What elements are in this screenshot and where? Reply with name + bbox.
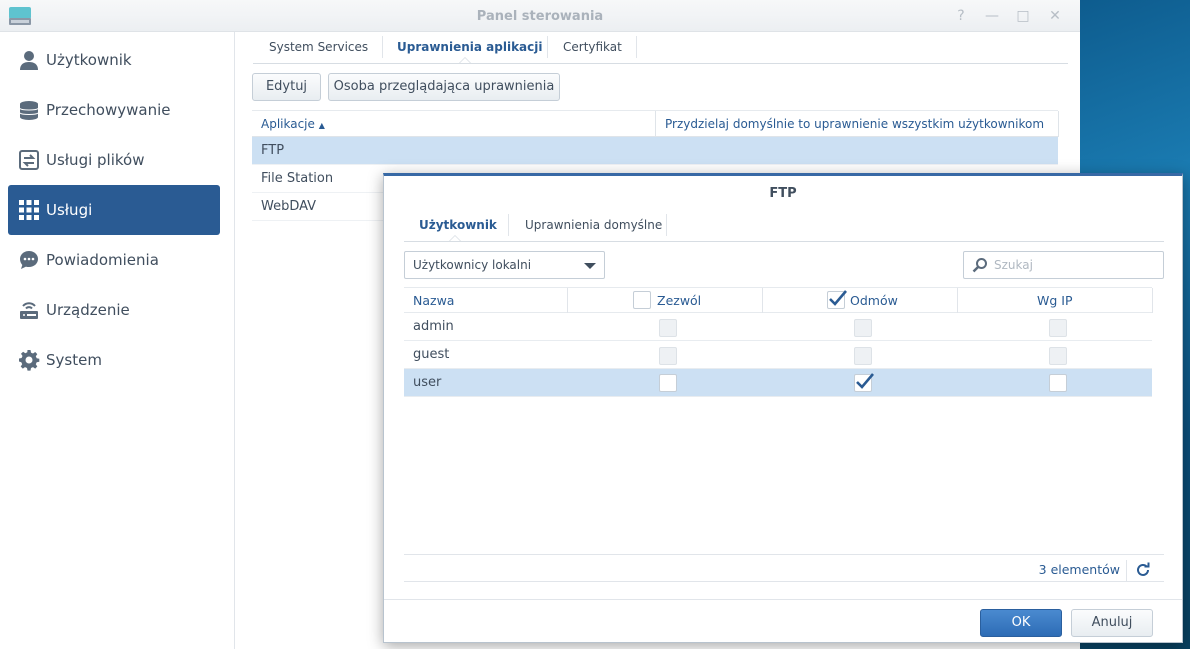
- main-tabs: System Services Uprawnienia aplikacji Ce…: [253, 32, 1068, 64]
- sidebar-item-user[interactable]: Użytkownik: [8, 35, 220, 85]
- column-header-label: Aplikacje: [261, 117, 315, 131]
- checkmark-icon: [829, 290, 847, 306]
- sidebar-item-label: Urządzenie: [46, 301, 130, 319]
- file-services-icon: [18, 149, 40, 171]
- sort-ascending-icon: ▲: [318, 121, 325, 130]
- table-row[interactable]: guest: [404, 341, 1152, 369]
- title-bar: Panel sterowania ? — □ ✕: [0, 0, 1080, 32]
- divider: [1126, 560, 1127, 582]
- sidebar-item-label: Przechowywanie: [46, 101, 171, 119]
- by-ip-checkbox: [1049, 319, 1067, 337]
- divider: [404, 554, 1164, 555]
- column-divider: [762, 288, 763, 313]
- sidebar-item-system[interactable]: System: [8, 335, 220, 385]
- tab-certificate[interactable]: Certyfikat: [548, 32, 637, 64]
- tab-system-services[interactable]: System Services: [254, 32, 383, 64]
- column-divider: [655, 111, 656, 137]
- maximize-icon[interactable]: □: [1014, 7, 1032, 25]
- table-row[interactable]: admin: [404, 313, 1152, 341]
- permission-viewer-button[interactable]: Osoba przeglądająca uprawnienia: [328, 73, 560, 101]
- ok-button[interactable]: OK: [980, 609, 1062, 637]
- search-placeholder: Szukaj: [994, 258, 1033, 272]
- allow-checkbox: [659, 319, 677, 337]
- active-tab-indicator: [449, 235, 461, 241]
- deny-checkbox: [854, 319, 872, 337]
- column-divider: [1058, 111, 1059, 137]
- active-tab-indicator: [459, 57, 471, 63]
- sidebar-item-file-services[interactable]: Usługi plików: [8, 135, 220, 185]
- window-title: Panel sterowania: [476, 9, 604, 24]
- deny-checkbox: [854, 347, 872, 365]
- sidebar-item-notifications[interactable]: Powiadomienia: [8, 235, 220, 285]
- sidebar-item-services[interactable]: Usługi: [8, 185, 220, 235]
- minimize-icon[interactable]: —: [983, 7, 1001, 25]
- gear-icon: [18, 349, 40, 371]
- checkmark-icon: [856, 373, 874, 389]
- column-header-deny: Odmów: [850, 293, 898, 308]
- tab-default-permissions[interactable]: Uprawnienia domyślne: [510, 210, 677, 242]
- edit-button[interactable]: Edytuj: [252, 73, 321, 101]
- user-name: guest: [413, 347, 450, 362]
- user-name: admin: [413, 319, 454, 334]
- by-ip-checkbox: [1049, 347, 1067, 365]
- tab-divider: [636, 36, 637, 58]
- permissions-grid-header: Nazwa Zezwól Odmów Wg IP: [404, 287, 1153, 313]
- sidebar-item-label: Usługi plików: [46, 151, 145, 169]
- sidebar-item-storage[interactable]: Przechowywanie: [8, 85, 220, 135]
- allow-checkbox: [659, 347, 677, 365]
- column-divider: [957, 288, 958, 313]
- search-input[interactable]: Szukaj: [963, 251, 1164, 279]
- user-icon: [18, 49, 40, 71]
- column-header-default-permission[interactable]: Przydzielaj domyślnie to uprawnienie wsz…: [665, 111, 1044, 137]
- chat-bubble-icon: [18, 249, 40, 271]
- sidebar: Użytkownik Przechowywanie Usługi plików …: [0, 32, 235, 649]
- ftp-permissions-dialog: FTP Użytkownik Uprawnienia domyślne Użyt…: [383, 173, 1183, 643]
- refresh-icon[interactable]: [1134, 561, 1152, 579]
- chevron-down-icon: [584, 263, 596, 269]
- user-type-selected-value: Użytkownicy lokalni: [413, 258, 532, 272]
- close-icon[interactable]: ✕: [1046, 7, 1064, 25]
- column-header-by-ip[interactable]: Wg IP: [1037, 288, 1073, 313]
- table-row[interactable]: FTP: [252, 137, 1058, 165]
- sidebar-item-label: Usługi: [46, 201, 93, 219]
- storage-icon: [18, 99, 40, 121]
- sidebar-item-label: System: [46, 351, 102, 369]
- allow-all-checkbox[interactable]: [633, 291, 651, 309]
- sidebar-item-label: Powiadomienia: [46, 251, 159, 269]
- deny-all-checkbox[interactable]: [827, 290, 847, 309]
- search-icon: [972, 258, 987, 273]
- column-header-applications[interactable]: Aplikacje ▲: [261, 111, 325, 137]
- column-divider: [567, 288, 568, 313]
- sidebar-item-device[interactable]: Urządzenie: [8, 285, 220, 335]
- apps-grid-icon: [18, 199, 40, 221]
- user-name: user: [413, 375, 442, 390]
- tab-divider: [508, 214, 509, 236]
- user-type-dropdown[interactable]: Użytkownicy lokalni: [404, 251, 605, 279]
- column-header-name[interactable]: Nazwa: [413, 288, 454, 313]
- divider: [404, 581, 1164, 582]
- router-icon: [18, 299, 40, 321]
- deny-checkbox[interactable]: [854, 373, 874, 392]
- table-row[interactable]: user: [404, 369, 1152, 397]
- dialog-tabs: Użytkownik Uprawnienia domyślne: [404, 210, 1164, 242]
- applications-grid-header: Aplikacje ▲ Przydzielaj domyślnie to upr…: [252, 110, 1059, 137]
- cancel-button[interactable]: Anuluj: [1071, 609, 1153, 637]
- help-icon[interactable]: ?: [952, 7, 970, 25]
- by-ip-checkbox[interactable]: [1049, 374, 1067, 392]
- sidebar-item-label: Użytkownik: [46, 51, 132, 69]
- tab-divider: [666, 214, 667, 236]
- dialog-title: FTP: [769, 186, 797, 201]
- column-header-allow: Zezwól: [657, 293, 702, 308]
- allow-checkbox[interactable]: [659, 374, 677, 392]
- column-divider: [1152, 288, 1153, 313]
- item-count: 3 elementów: [1038, 562, 1120, 577]
- divider: [384, 599, 1182, 600]
